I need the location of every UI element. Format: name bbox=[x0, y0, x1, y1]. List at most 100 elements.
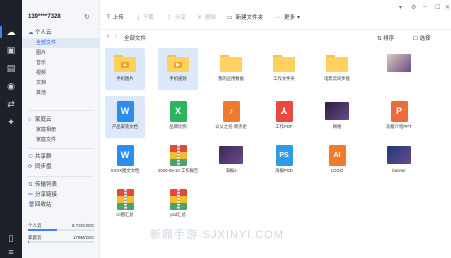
download-button[interactable]: ⤓ 下载 bbox=[137, 13, 154, 23]
share-icon[interactable]: ⇄ bbox=[5, 98, 17, 110]
cloud-drive-app: ☁ ▣ ▤ ◉ ⇄ ✦ ▯ ≡ 139****7328 ↻ ☁ 个人云 全部文件 … bbox=[0, 0, 451, 258]
maximize-icon[interactable]: ☐ bbox=[435, 4, 440, 11]
home-icon: ⌂ bbox=[28, 117, 32, 123]
file-name: 以父之名-周杰伦 bbox=[215, 124, 247, 129]
share-small-icon: ⇪ bbox=[167, 15, 173, 21]
file-tile[interactable] bbox=[379, 48, 419, 90]
file-tile[interactable]: W 产品安装文档 bbox=[105, 96, 145, 138]
minimize-icon[interactable]: – bbox=[423, 4, 426, 10]
file-tile[interactable]: banner bbox=[379, 140, 419, 182]
folder-icon bbox=[219, 53, 243, 73]
image-thumbnail bbox=[387, 145, 411, 165]
folder-shape bbox=[326, 54, 348, 72]
file-tile[interactable]: AI LOGO bbox=[317, 140, 357, 182]
family-cloud-header[interactable]: ⌂ 家庭云 bbox=[22, 115, 100, 125]
document-icon: X bbox=[166, 100, 190, 122]
document-glyph: W bbox=[116, 144, 134, 166]
family-cloud-group: ⌂ 家庭云 家庭相册 家庭文件 bbox=[22, 115, 100, 145]
more-icon: ··· bbox=[275, 15, 281, 21]
sidebar-item-music[interactable]: 音乐 bbox=[22, 58, 100, 68]
file-name: 工作PDF bbox=[275, 124, 293, 129]
sidebar-item-recycle-bin[interactable]: 🗑回收站 bbox=[22, 200, 100, 210]
delete-icon: ✕ bbox=[197, 15, 203, 21]
sidebar-item-share-group[interactable]: ⚇ 共享群 bbox=[22, 152, 100, 162]
photo-icon[interactable]: ▣ bbox=[5, 44, 17, 56]
close-icon[interactable]: ✕ bbox=[445, 4, 450, 11]
more-button[interactable]: ··· 更多 ▾ bbox=[275, 13, 303, 23]
document-glyph: W bbox=[116, 100, 134, 122]
file-tile[interactable]: 网格 bbox=[317, 96, 357, 138]
file-tile[interactable]: ♪ 以父之名-周杰伦 bbox=[211, 96, 251, 138]
path-bar: ‹ › 全部文件 ⇅ 排序 ☐ 选择 bbox=[101, 30, 451, 44]
file-tile[interactable]: P 功能介绍PPT bbox=[379, 96, 419, 138]
folder-shape: ▶ bbox=[167, 54, 189, 72]
dropdown-icon[interactable]: ▾ bbox=[399, 4, 402, 11]
folder-plus-icon: ▭ bbox=[227, 15, 233, 21]
file-tile[interactable]: ⅄ 工作PDF bbox=[264, 96, 304, 138]
file-tile[interactable]: ▲ 手机图片 bbox=[105, 48, 145, 90]
back-icon[interactable]: ‹ bbox=[107, 33, 109, 40]
file-name: 海报PSD bbox=[275, 168, 293, 173]
personal-cloud-header[interactable]: ☁ 个人云 bbox=[22, 28, 100, 38]
settings-icon[interactable]: ⚙ bbox=[411, 4, 416, 11]
delete-button[interactable]: ✕ 删除 bbox=[197, 13, 216, 23]
share-button[interactable]: ⇪ 分享 bbox=[167, 13, 186, 23]
sort-button[interactable]: ⇅ 排序 bbox=[377, 34, 394, 42]
document-glyph: X bbox=[169, 100, 187, 122]
folder-badge-icon: ▲ bbox=[121, 61, 129, 68]
sidebar-item-transfers[interactable]: ⇅ 传输列表 bbox=[22, 180, 100, 190]
upload-button[interactable]: ⤒ 上传 bbox=[107, 13, 124, 23]
cloud-small-icon: ☁ bbox=[28, 30, 34, 36]
refresh-icon[interactable]: ↻ bbox=[84, 13, 90, 21]
file-name: 产品安装文档 bbox=[112, 124, 138, 129]
document-icon: ⅄ bbox=[272, 100, 296, 122]
file-name: 网格 bbox=[332, 124, 342, 129]
sidebar-item-family-files[interactable]: 家庭文件 bbox=[22, 135, 100, 145]
account-name[interactable]: 139****7328 bbox=[28, 14, 61, 20]
sidebar-item-share-links[interactable]: ⚯ 分享链接 bbox=[22, 190, 100, 200]
storage-usage: 个人云 8.74G/20G 家庭云 179M/20G bbox=[28, 222, 94, 246]
select-button[interactable]: ☐ 选择 bbox=[413, 34, 430, 42]
note-icon[interactable]: ▤ bbox=[5, 62, 17, 74]
forward-icon[interactable]: › bbox=[115, 33, 117, 40]
file-tile[interactable]: psd汇总 bbox=[158, 184, 198, 226]
watermark: 新鼎手游·SJXINYI.COM bbox=[150, 229, 284, 241]
sidebar-item-video[interactable]: 视频 bbox=[22, 68, 100, 78]
folder-shape bbox=[273, 54, 295, 72]
nav-rail: ☁ ▣ ▤ ◉ ⇄ ✦ ▯ ≡ bbox=[0, 0, 22, 258]
menu-icon[interactable]: ≡ bbox=[5, 246, 17, 258]
file-tile[interactable]: X 品牌比例 bbox=[158, 96, 198, 138]
file-tile[interactable]: ▶ 手机视频 bbox=[158, 48, 198, 90]
divider bbox=[28, 176, 94, 177]
tools-icon[interactable]: ✦ bbox=[5, 116, 17, 128]
sidebar-item-all-files[interactable]: 全部文件 bbox=[22, 38, 100, 48]
image-preview bbox=[387, 146, 411, 164]
link-icon: ⚯ bbox=[28, 192, 33, 198]
new-folder-button[interactable]: ▭ 新建文件夹 bbox=[227, 13, 263, 23]
sidebar-item-sync-disk[interactable]: ⟳ 同步盘 bbox=[22, 162, 100, 172]
user-icon[interactable]: ◉ bbox=[5, 80, 17, 92]
sidebar-item-images[interactable]: 图片 bbox=[22, 48, 100, 58]
file-tile[interactable]: 海报2 bbox=[211, 140, 251, 182]
file-name: UI图汇总 bbox=[116, 212, 134, 217]
phone-icon[interactable]: ▯ bbox=[5, 232, 17, 244]
usage-bar-personal bbox=[28, 229, 94, 231]
file-tile[interactable]: 我的应用数据 bbox=[211, 48, 251, 90]
file-tile[interactable]: PS 海报PSD bbox=[264, 140, 304, 182]
sidebar-item-docs[interactable]: 文档 bbox=[22, 78, 100, 88]
file-tile[interactable]: W XXXX图文文档 bbox=[105, 140, 145, 182]
file-name: banner bbox=[392, 168, 406, 173]
file-tile[interactable]: 电影云同步盘 bbox=[317, 48, 357, 90]
archive-glyph bbox=[116, 188, 134, 210]
document-icon: W bbox=[113, 144, 137, 166]
file-tile[interactable]: 2020-09-10 工作报告 bbox=[158, 140, 198, 182]
breadcrumb[interactable]: 全部文件 bbox=[124, 34, 146, 42]
folder-badge-icon: ▶ bbox=[174, 61, 182, 68]
document-icon: P bbox=[387, 100, 411, 122]
cloud-icon[interactable]: ☁ bbox=[0, 26, 17, 38]
sidebar-item-other[interactable]: 其他 bbox=[22, 88, 100, 98]
sidebar-item-family-album[interactable]: 家庭相册 bbox=[22, 125, 100, 135]
file-tile[interactable]: UI图汇总 bbox=[105, 184, 145, 226]
file-tile[interactable]: 工作文件夹 bbox=[264, 48, 304, 90]
folder-shape: ▲ bbox=[114, 54, 136, 72]
